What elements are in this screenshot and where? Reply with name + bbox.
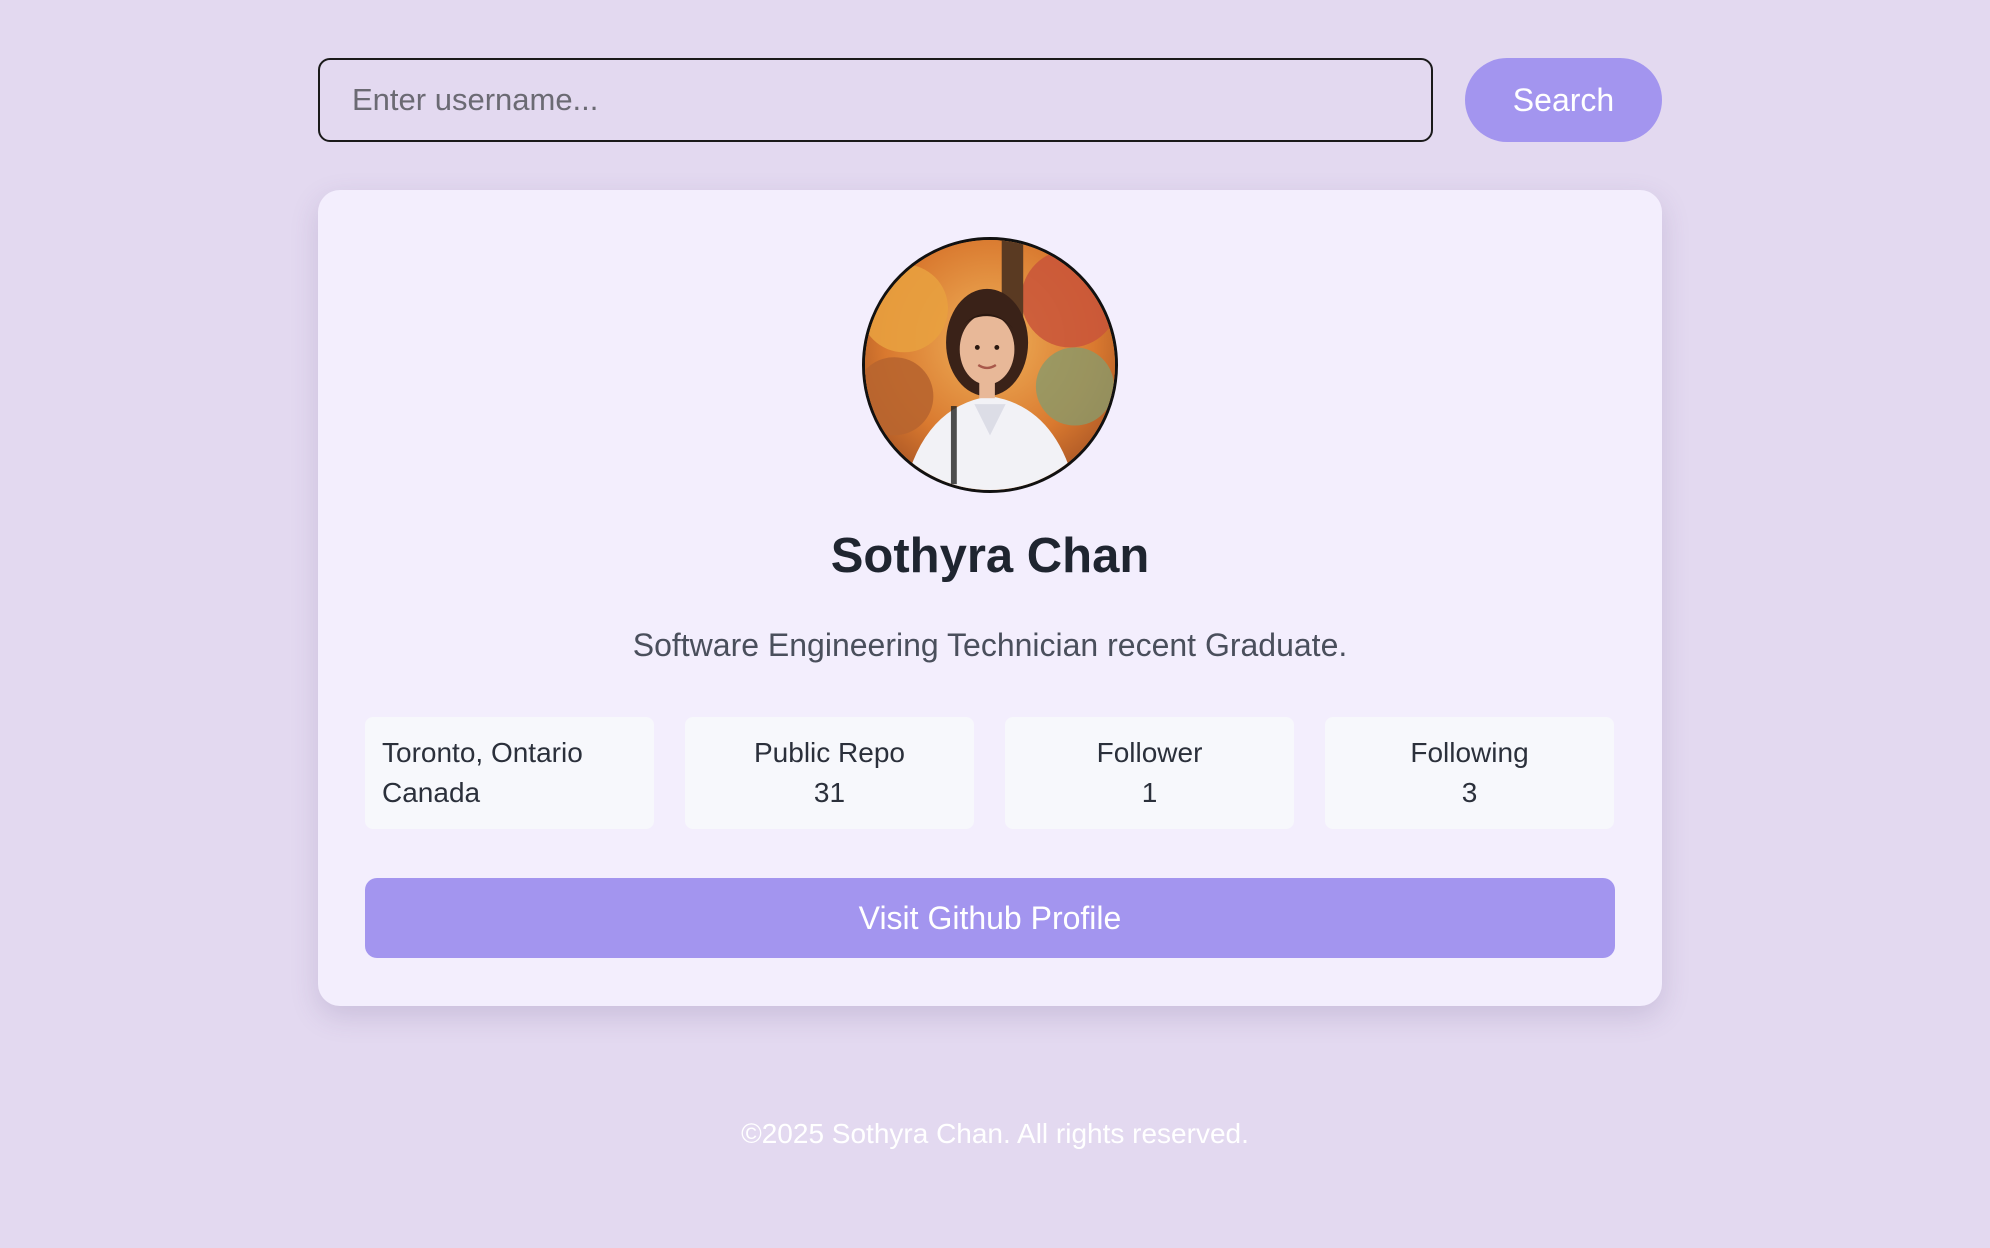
profile-bio: Software Engineering Technician recent G…	[632, 627, 1348, 663]
search-button[interactable]: Search	[1465, 58, 1662, 142]
location-city: Toronto, Ontario	[382, 737, 583, 768]
search-bar: Search	[318, 58, 1662, 142]
public-repo-label: Public Repo	[754, 737, 905, 768]
location-card: Toronto, Ontario Canada	[365, 717, 654, 829]
username-search-input[interactable]	[318, 58, 1433, 142]
public-repo-card: Public Repo 31	[685, 717, 974, 829]
follower-label: Follower	[1096, 737, 1203, 768]
follower-card: Follower 1	[1005, 717, 1294, 829]
profile-card: Sothyra Chan Software Engineering Techni…	[318, 190, 1662, 1006]
following-label: Following	[1410, 737, 1529, 768]
following-card: Following 3	[1325, 717, 1614, 829]
follower-count: 1	[1141, 777, 1158, 808]
profile-photo-icon	[865, 240, 1115, 490]
public-repo-count: 31	[813, 777, 846, 808]
avatar	[862, 237, 1118, 493]
profile-name: Sothyra Chan	[830, 529, 1150, 583]
location-country: Canada	[382, 777, 481, 808]
footer-copyright: ©2025 Sothyra Chan. All rights reserved.	[741, 1118, 1249, 1149]
visit-github-profile-button[interactable]: Visit Github Profile	[365, 878, 1615, 958]
following-count: 3	[1461, 777, 1478, 808]
